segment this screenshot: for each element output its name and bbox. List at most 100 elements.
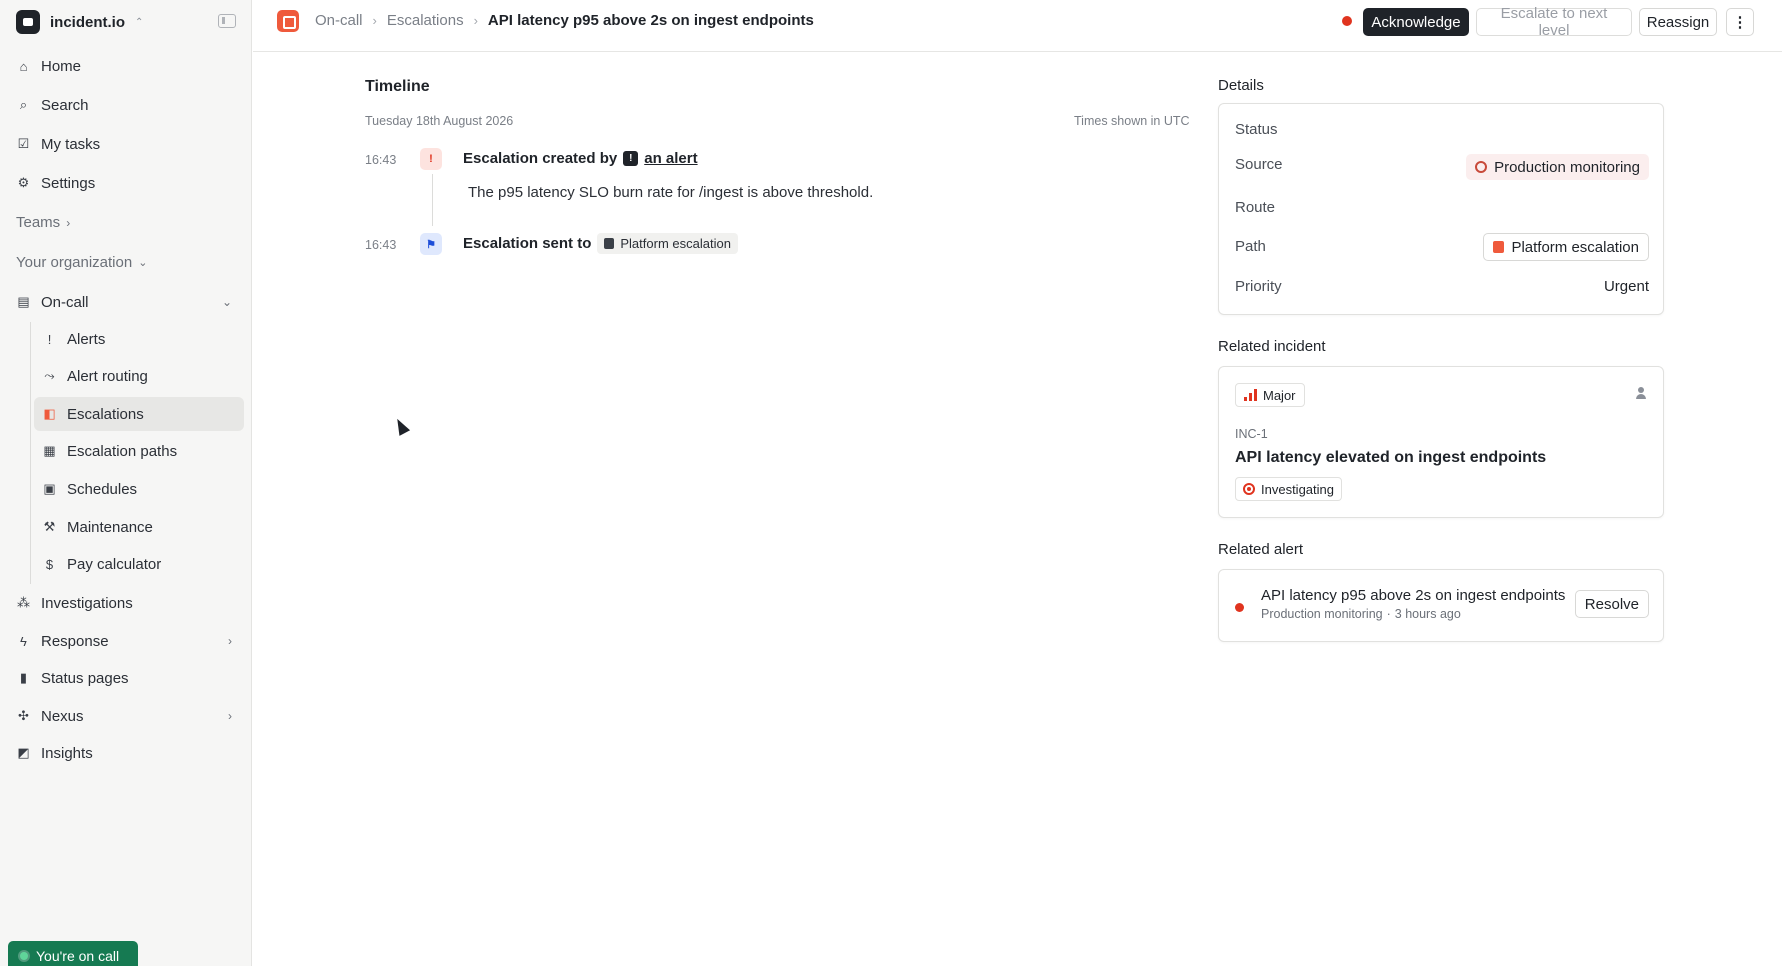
gear-icon: ⚙ <box>17 175 30 190</box>
related-alert-card[interactable]: API latency p95 above 2s on ingest endpo… <box>1218 569 1664 642</box>
breadcrumb-on-call[interactable]: On-call <box>315 12 363 29</box>
sidebar-item-label: Maintenance <box>67 518 153 536</box>
flag-icon: ⚑ <box>420 233 442 255</box>
escalation-icon: ◧ <box>43 406 56 421</box>
alert-event-icon: ! <box>420 148 442 170</box>
severity-icon <box>1244 389 1257 401</box>
oncall-icon: ▤ <box>17 294 30 309</box>
sidebar-item-label: Investigations <box>41 594 133 612</box>
sidebar-teams[interactable]: Teams › <box>16 214 70 231</box>
page-header: On-call › Escalations › API latency p95 … <box>253 0 1782 52</box>
dollar-icon: $ <box>45 556 54 572</box>
nexus-icon: ✣ <box>18 708 29 723</box>
timeline-event-created: Escalation created by ! an alert <box>463 150 698 167</box>
timeline-title: Timeline <box>365 78 430 95</box>
source-tag[interactable]: Production monitoring <box>1466 154 1649 180</box>
acknowledge-button[interactable]: Acknowledge <box>1363 8 1469 36</box>
timeline-event-description: The p95 latency SLO burn rate for /inges… <box>468 184 874 201</box>
sidebar-item-my-tasks[interactable]: ☑ My tasks <box>16 129 244 159</box>
org-name: incident.io <box>50 13 125 31</box>
escalation-icon <box>277 10 299 32</box>
sidebar-item-insights[interactable]: ◩ Insights <box>16 738 244 768</box>
sidebar-item-search[interactable]: ⌕ Search <box>16 90 244 120</box>
hammer-icon: ⚒ <box>43 519 56 534</box>
on-call-status-button[interactable]: You're on call <box>8 941 138 966</box>
sidebar: incident.io ⌃ ⌂ Home ⌕ Search ☑ My tasks… <box>0 0 252 966</box>
severity-badge: Major <box>1235 383 1305 407</box>
status-indicator-icon <box>1342 16 1352 26</box>
route-key: Route <box>1235 199 1276 216</box>
incident-reference: INC-1 <box>1235 427 1268 441</box>
on-call-status-label: You're on call <box>36 948 120 964</box>
org-switcher[interactable]: incident.io ⌃ <box>16 10 143 34</box>
alert-icon: ! <box>623 151 639 166</box>
tasks-icon: ☑ <box>17 136 30 151</box>
submenu-rail <box>30 322 31 584</box>
mouse-cursor-icon <box>391 416 411 436</box>
sidebar-your-organization[interactable]: Your organization ⌄ <box>16 254 147 271</box>
timeline-event-text: Escalation created by <box>463 150 618 167</box>
related-alert-meta: Production monitoring · 3 hours ago <box>1261 607 1461 621</box>
status-pages-icon: ▮ <box>19 670 28 685</box>
sidebar-item-on-call[interactable]: ▤ On-call ⌄ <box>16 287 244 317</box>
more-options-button[interactable]: ⋮ <box>1726 8 1754 36</box>
timezone-note: Times shown in UTC <box>1074 114 1190 128</box>
search-icon: ⌕ <box>19 97 28 112</box>
path-tag[interactable]: Platform escalation <box>1483 233 1649 261</box>
bolt-icon: ϟ <box>20 633 27 649</box>
timeline-event-time: 16:43 <box>365 238 397 252</box>
sidebar-item-maintenance[interactable]: ⚒ Maintenance <box>34 510 244 544</box>
chevron-right-icon: › <box>372 13 377 28</box>
sidebar-item-escalation-paths[interactable]: ▦ Escalation paths <box>34 434 244 468</box>
timeline-event-time: 16:43 <box>365 153 397 167</box>
monitoring-icon <box>1475 161 1488 173</box>
chevron-right-icon: › <box>473 13 478 28</box>
sidebar-item-status-pages[interactable]: ▮ Status pages <box>16 663 244 693</box>
chevron-right-icon: › <box>228 709 232 723</box>
priority-value: Urgent <box>1603 278 1649 295</box>
sidebar-item-investigations[interactable]: ⁂ Investigations <box>16 588 244 618</box>
sidebar-item-response[interactable]: ϟ Response › <box>16 626 244 656</box>
sidebar-item-alert-routing[interactable]: ⤳ Alert routing <box>34 359 244 393</box>
investigations-icon: ⁂ <box>17 595 30 610</box>
sidebar-item-label: Pay calculator <box>67 555 162 573</box>
reassign-button[interactable]: Reassign <box>1639 8 1717 36</box>
sidebar-item-pay-calculator[interactable]: $ Pay calculator <box>34 547 244 581</box>
incident-title[interactable]: API latency elevated on ingest endpoints <box>1235 449 1546 467</box>
sidebar-item-schedules[interactable]: ▣ Schedules <box>34 472 244 506</box>
breadcrumb: On-call › Escalations › API latency p95 … <box>315 12 814 29</box>
sidebar-item-alerts[interactable]: ! Alerts <box>34 322 244 356</box>
escalate-next-level-button[interactable]: Escalate to next level <box>1476 5 1632 39</box>
related-alert-label: Related alert <box>1218 541 1304 558</box>
alert-icon: ! <box>47 331 52 347</box>
sidebar-item-label: Insights <box>41 744 93 762</box>
timeline-date: Tuesday 18th August 2026 <box>365 114 514 128</box>
escalation-path-tag[interactable]: Platform escalation <box>597 233 738 254</box>
chevron-updown-icon: ⌃ <box>135 16 144 28</box>
sidebar-item-escalations[interactable]: ◧ Escalations <box>34 397 244 431</box>
page-title: API latency p95 above 2s on ingest endpo… <box>487 12 814 29</box>
path-icon <box>1493 241 1505 253</box>
related-incident-card[interactable]: Major INC-1 API latency elevated on inge… <box>1218 366 1664 518</box>
calendar-icon: ▣ <box>43 481 56 496</box>
breadcrumb-escalations[interactable]: Escalations <box>387 12 464 29</box>
source-key: Source <box>1235 156 1283 173</box>
alert-age: 3 hours ago <box>1394 607 1461 621</box>
resolve-button[interactable]: Resolve <box>1574 590 1649 618</box>
sidebar-item-label: Response <box>41 632 109 650</box>
status-key: Status <box>1235 121 1278 138</box>
sidebar-collapse-icon[interactable] <box>218 14 236 28</box>
related-alert-title[interactable]: API latency p95 above 2s on ingest endpo… <box>1261 587 1565 604</box>
person-icon[interactable] <box>1635 387 1647 399</box>
sidebar-item-label: My tasks <box>41 135 101 153</box>
sidebar-item-label: Nexus <box>41 707 84 725</box>
sidebar-item-settings[interactable]: ⚙ Settings <box>16 168 244 198</box>
meta-separator: · <box>1386 607 1391 621</box>
path-icon <box>604 238 615 249</box>
path-value: Platform escalation <box>1511 238 1639 256</box>
sidebar-item-home[interactable]: ⌂ Home <box>16 51 244 81</box>
sidebar-item-nexus[interactable]: ✣ Nexus › <box>16 701 244 731</box>
alert-source: Production monitoring <box>1261 607 1383 621</box>
alert-link[interactable]: an alert <box>644 150 697 167</box>
path-key: Path <box>1235 238 1266 255</box>
